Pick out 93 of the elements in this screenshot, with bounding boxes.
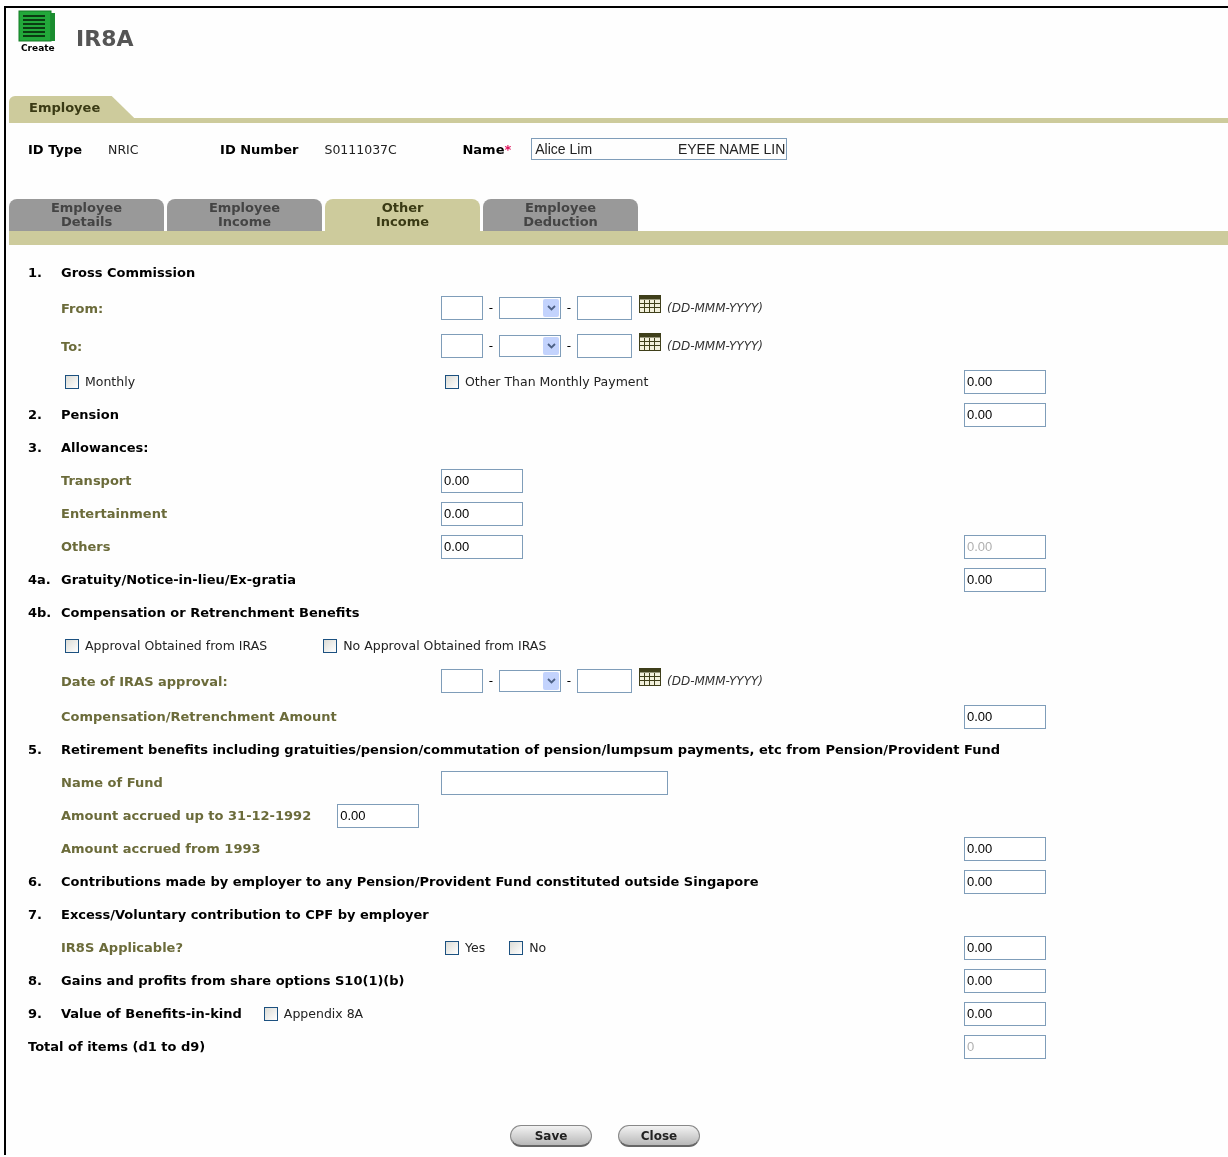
- page-title: IR8A: [76, 26, 134, 51]
- item-label: From:: [61, 300, 104, 316]
- field-label: ID Number: [220, 141, 299, 157]
- name-field[interactable]: Alice Lim EYEE NAME LIN: [531, 138, 788, 160]
- text-field[interactable]: [441, 770, 668, 795]
- year-field[interactable]: [577, 669, 632, 693]
- item-label: Pension: [61, 407, 119, 422]
- item-label: Excess/Voluntary contribution to CPF by employer: [61, 907, 429, 922]
- date-format-hint: (DD-MMM-YYYY): [667, 674, 763, 688]
- amount-field[interactable]: 0.00: [964, 1001, 1046, 1026]
- item-number: 5.: [28, 742, 43, 757]
- checkbox[interactable]: [263, 1006, 278, 1021]
- item-number: 1.: [28, 265, 43, 280]
- item-number: 9.: [28, 1006, 43, 1021]
- day-field[interactable]: [441, 669, 483, 693]
- checkbox-label: Yes: [465, 940, 486, 955]
- item-label: To:: [61, 338, 83, 354]
- amount-field[interactable]: 0.00: [441, 534, 523, 559]
- amount-field[interactable]: 0.00: [964, 369, 1046, 394]
- month-dropdown[interactable]: [499, 670, 561, 692]
- checkbox[interactable]: [65, 638, 79, 653]
- item-label: Value of Benefits-in-kind: [61, 1006, 242, 1021]
- item-label: Amount accrued from 1993: [61, 841, 261, 856]
- amount-field[interactable]: 0.00: [441, 501, 523, 526]
- date-separator: -: [487, 674, 495, 688]
- item-label: Date of IRAS approval:: [61, 673, 228, 689]
- checkbox[interactable]: [323, 638, 338, 653]
- checkbox-label: Monthly: [85, 374, 136, 389]
- year-field[interactable]: [577, 334, 632, 358]
- field-label: ID Type: [28, 141, 83, 157]
- item-label: Amount accrued up to 31-12-1992: [61, 808, 312, 823]
- amount-field[interactable]: 0.00: [964, 968, 1046, 993]
- item-label: Transport: [61, 473, 132, 488]
- amount-field[interactable]: 0.00: [964, 402, 1046, 427]
- checkbox-label: No: [529, 940, 547, 955]
- date-format-hint: (DD-MMM-YYYY): [667, 339, 763, 353]
- amount-field[interactable]: 0.00: [964, 704, 1046, 729]
- field-value: NRIC: [108, 141, 140, 157]
- item-label: Name of Fund: [61, 775, 163, 790]
- item-label: Contributions made by employer to any Pension/Provident Fund constituted outside Singapore: [61, 874, 759, 889]
- item-label: Gratuity/Notice-in-lieu/Ex-gratia: [61, 572, 297, 587]
- date-separator: -: [565, 301, 573, 315]
- date-separator: -: [565, 339, 573, 353]
- checkbox[interactable]: [509, 940, 524, 955]
- item-number: 4a.: [28, 572, 52, 587]
- item-label: IR8S Applicable?: [61, 940, 183, 955]
- item-label: Allowances:: [61, 440, 149, 455]
- item-label: Others: [61, 539, 111, 554]
- item-number: 7.: [28, 907, 43, 922]
- year-field[interactable]: [577, 296, 632, 320]
- item-label: Gross Commission: [61, 265, 196, 280]
- checkbox[interactable]: [65, 374, 79, 389]
- checkbox-label: Other Than Monthly Payment: [465, 374, 649, 389]
- month-dropdown[interactable]: [499, 297, 561, 319]
- amount-field[interactable]: 0.00: [964, 935, 1046, 960]
- form-button[interactable]: Close: [618, 1125, 700, 1147]
- month-dropdown[interactable]: [499, 335, 561, 357]
- amount-field[interactable]: 0.00: [337, 803, 420, 828]
- item-label: Retirement benefits including gratuities/pension/commutation of pension/lumpsum payments, etc from Pension/Provident Fund: [61, 742, 1001, 757]
- checkbox-label: Approval Obtained from IRAS: [85, 638, 268, 653]
- item-number: 8.: [28, 973, 43, 988]
- item-label: Total of items (d1 to d9): [28, 1039, 206, 1054]
- tab[interactable]: Other Income: [325, 199, 480, 231]
- create-label[interactable]: Create: [21, 43, 55, 53]
- item-label: Gains and profits from share options S10(1)(b): [61, 973, 405, 988]
- item-label: Compensation/Retrenchment Amount: [61, 709, 337, 724]
- field-value: S0111037C: [324, 141, 398, 157]
- calendar-icon[interactable]: [639, 295, 661, 313]
- checkbox-label: No Approval Obtained from IRAS: [343, 638, 547, 653]
- date-separator: -: [487, 301, 495, 315]
- item-number: 2.: [28, 407, 43, 422]
- day-field[interactable]: [441, 296, 483, 320]
- checkbox-label: Appendix 8A: [283, 1006, 364, 1021]
- item-label: Entertainment: [61, 506, 168, 521]
- checkbox[interactable]: [445, 374, 459, 389]
- calendar-icon[interactable]: [639, 333, 661, 351]
- checkbox[interactable]: [445, 940, 459, 955]
- date-format-hint: (DD-MMM-YYYY): [667, 301, 763, 315]
- amount-field[interactable]: 0.00: [964, 869, 1046, 894]
- item-number: 4b.: [28, 605, 53, 620]
- item-number: 3.: [28, 440, 43, 455]
- calendar-icon[interactable]: [639, 668, 661, 686]
- amount-field[interactable]: 0.00: [964, 836, 1046, 861]
- amount-field[interactable]: 0.00: [441, 468, 523, 493]
- date-separator: -: [487, 339, 495, 353]
- day-field[interactable]: [441, 334, 483, 358]
- document-icon[interactable]: [18, 10, 56, 42]
- form-button[interactable]: Save: [510, 1125, 592, 1147]
- amount-field[interactable]: 0.00: [964, 567, 1046, 592]
- item-number: 6.: [28, 874, 43, 889]
- field-label: Name*: [462, 141, 512, 157]
- date-separator: -: [565, 674, 573, 688]
- item-label: Compensation or Retrenchment Benefits: [61, 605, 360, 620]
